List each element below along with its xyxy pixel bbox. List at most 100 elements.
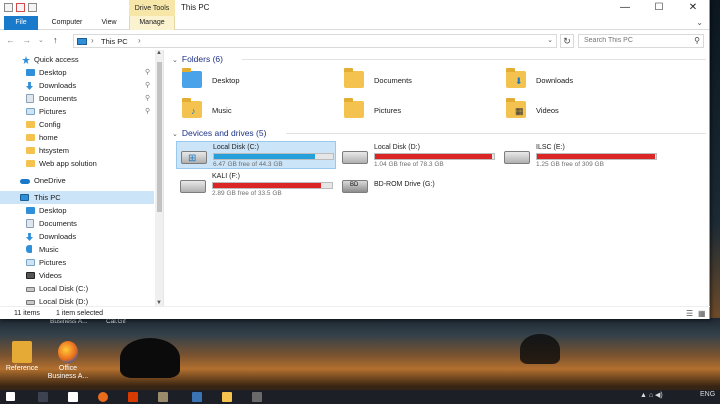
folder-tile-downloads[interactable]: ⬇ Downloads: [496, 68, 646, 93]
folder-tile-desktop[interactable]: Desktop: [172, 68, 322, 93]
close-button[interactable]: ✕: [676, 0, 710, 16]
nav-item-label: Config: [39, 120, 61, 129]
scroll-up-icon[interactable]: ▲: [155, 50, 163, 56]
nav-item-home[interactable]: home: [0, 131, 154, 144]
drive-tile-e[interactable]: ILSC (E:) 1.25 GB free of 309 GB: [500, 142, 660, 170]
tray-icons[interactable]: ▲ ⌂ ◀): [640, 391, 663, 399]
tab-computer[interactable]: Computer: [44, 16, 90, 30]
nav-item-local-disk-c[interactable]: Local Disk (C:): [0, 282, 154, 295]
drive-tile-f[interactable]: KALI (F:) 2.89 GB free of 33.5 GB: [176, 171, 336, 199]
desktop-icon-office[interactable]: Office Business A...: [46, 341, 90, 381]
folder-tile-pictures[interactable]: Pictures: [334, 98, 484, 123]
nav-item-web-app-solution[interactable]: Web app solution: [0, 157, 154, 170]
search-box[interactable]: ⚲: [578, 34, 704, 48]
devices-group-header[interactable]: ⌄ Devices and drives (5): [172, 128, 706, 138]
desktop-icon-reference[interactable]: Reference: [0, 341, 44, 373]
windows-logo-icon: ⊞: [188, 153, 197, 164]
nav-item-pc-downloads[interactable]: Downloads: [0, 230, 154, 243]
ribbon-tabs: File Computer View Manage ⌄: [0, 16, 709, 30]
nav-item-pc-videos[interactable]: Videos: [0, 269, 154, 282]
up-button[interactable]: ↑: [53, 32, 58, 49]
folder-tile-music[interactable]: ♪ Music: [172, 98, 322, 123]
drive-tile-g[interactable]: BD BD-ROM Drive (G:): [338, 171, 498, 199]
bd-rom-drive-icon: BD: [342, 180, 368, 193]
desktop-icon-label: Office Business A...: [47, 365, 89, 380]
taskbar: ▲ ⌂ ◀) ENG: [0, 390, 720, 404]
tab-view[interactable]: View: [94, 16, 124, 30]
address-dropdown-icon[interactable]: ⌄: [547, 36, 553, 44]
recent-locations-button[interactable]: ⌄: [38, 32, 44, 49]
pin-icon[interactable]: ⚲: [145, 92, 150, 105]
back-button[interactable]: ←: [6, 32, 15, 49]
nav-item-downloads[interactable]: Downloads ⚲: [0, 79, 154, 92]
nav-item-label: Desktop: [39, 68, 67, 77]
nav-item-label: Quick access: [34, 55, 79, 64]
nav-item-documents[interactable]: Documents ⚲: [0, 92, 154, 105]
drive-tile-d[interactable]: Local Disk (D:) 1.04 GB free of 78.3 GB: [338, 142, 498, 170]
address-box[interactable]: › This PC › ⌄: [73, 34, 557, 48]
pin-icon[interactable]: ⚲: [145, 66, 150, 79]
scrollbar-thumb[interactable]: [157, 62, 162, 212]
forward-button[interactable]: →: [22, 32, 31, 49]
folder-tile-videos[interactable]: ▦ Videos: [496, 98, 646, 123]
pictures-folder-icon: [344, 98, 364, 118]
office-icon[interactable]: [128, 392, 138, 402]
details-view-button[interactable]: ☰: [686, 307, 693, 320]
folder-tile-documents[interactable]: Documents: [334, 68, 484, 93]
search-icon[interactable]: [38, 392, 48, 402]
large-icons-view-button[interactable]: ▦: [698, 307, 706, 320]
refresh-button[interactable]: ↻: [560, 34, 574, 48]
expand-ribbon-icon[interactable]: ⌄: [696, 18, 703, 27]
breadcrumb-this-pc[interactable]: This PC: [101, 37, 128, 46]
drive-usage-fill: [214, 154, 316, 159]
folders-group-header[interactable]: ⌄ Folders (6): [172, 54, 706, 64]
collapse-chevron-icon[interactable]: ⌄: [172, 57, 178, 64]
nav-item-quick-access[interactable]: Quick access: [0, 53, 154, 66]
nav-item-local-disk-d[interactable]: Local Disk (D:): [0, 295, 154, 306]
desktop-wallpaper: [0, 318, 720, 386]
properties-icon[interactable]: [4, 3, 13, 12]
nav-item-pictures[interactable]: Pictures ⚲: [0, 105, 154, 118]
title-bar[interactable]: Drive Tools This PC — ☐ ✕: [0, 0, 709, 16]
app-icon[interactable]: [192, 392, 202, 402]
drive-name: ILSC (E:): [536, 144, 565, 151]
start-button-icon[interactable]: [6, 392, 15, 401]
search-input[interactable]: [584, 37, 688, 44]
nav-item-this-pc[interactable]: This PC: [0, 191, 154, 204]
checkbox-icon[interactable]: [16, 3, 25, 12]
pin-icon[interactable]: ⚲: [145, 79, 150, 92]
nav-item-htsystem[interactable]: htsystem: [0, 144, 154, 157]
nav-item-pc-music[interactable]: Music: [0, 243, 154, 256]
nav-item-pc-pictures[interactable]: Pictures: [0, 256, 154, 269]
firefox-icon[interactable]: [98, 392, 108, 402]
language-indicator[interactable]: ENG: [700, 391, 715, 398]
desktop-folder-icon: [26, 207, 35, 214]
status-bar: 11 items 1 item selected ☰ ▦: [0, 306, 710, 319]
new-folder-icon[interactable]: [28, 3, 37, 12]
nav-pane-scrollbar[interactable]: ▲ ▼: [155, 50, 163, 306]
collapse-chevron-icon[interactable]: ⌄: [172, 131, 178, 138]
pin-icon[interactable]: ⚲: [145, 105, 150, 118]
folder-icon: [26, 160, 35, 167]
nav-item-onedrive[interactable]: OneDrive: [0, 174, 154, 187]
group-divider: [242, 59, 706, 60]
maximize-button[interactable]: ☐: [642, 0, 676, 16]
folder-tile-label: Documents: [374, 76, 412, 85]
tab-manage[interactable]: Manage: [129, 16, 175, 30]
app-icon[interactable]: [252, 392, 262, 402]
drive-usage-bar: [212, 182, 333, 189]
nav-item-pc-desktop[interactable]: Desktop: [0, 204, 154, 217]
nav-item-config[interactable]: Config: [0, 118, 154, 131]
firefox-icon: [58, 341, 78, 363]
drive-tile-c[interactable]: ⊞ Local Disk (C:) 6.47 GB free of 44.3 G…: [176, 141, 336, 169]
file-explorer-icon[interactable]: [222, 392, 232, 402]
store-icon[interactable]: [68, 392, 78, 402]
tab-file[interactable]: File: [4, 16, 38, 30]
nav-item-pc-documents[interactable]: Documents: [0, 217, 154, 230]
app-icon[interactable]: [158, 392, 168, 402]
nav-item-desktop[interactable]: Desktop ⚲: [0, 66, 154, 79]
path-separator[interactable]: ›: [91, 36, 94, 45]
documents-folder-icon: [26, 219, 34, 228]
breadcrumb-separator[interactable]: ›: [138, 36, 141, 45]
minimize-button[interactable]: —: [608, 0, 642, 16]
